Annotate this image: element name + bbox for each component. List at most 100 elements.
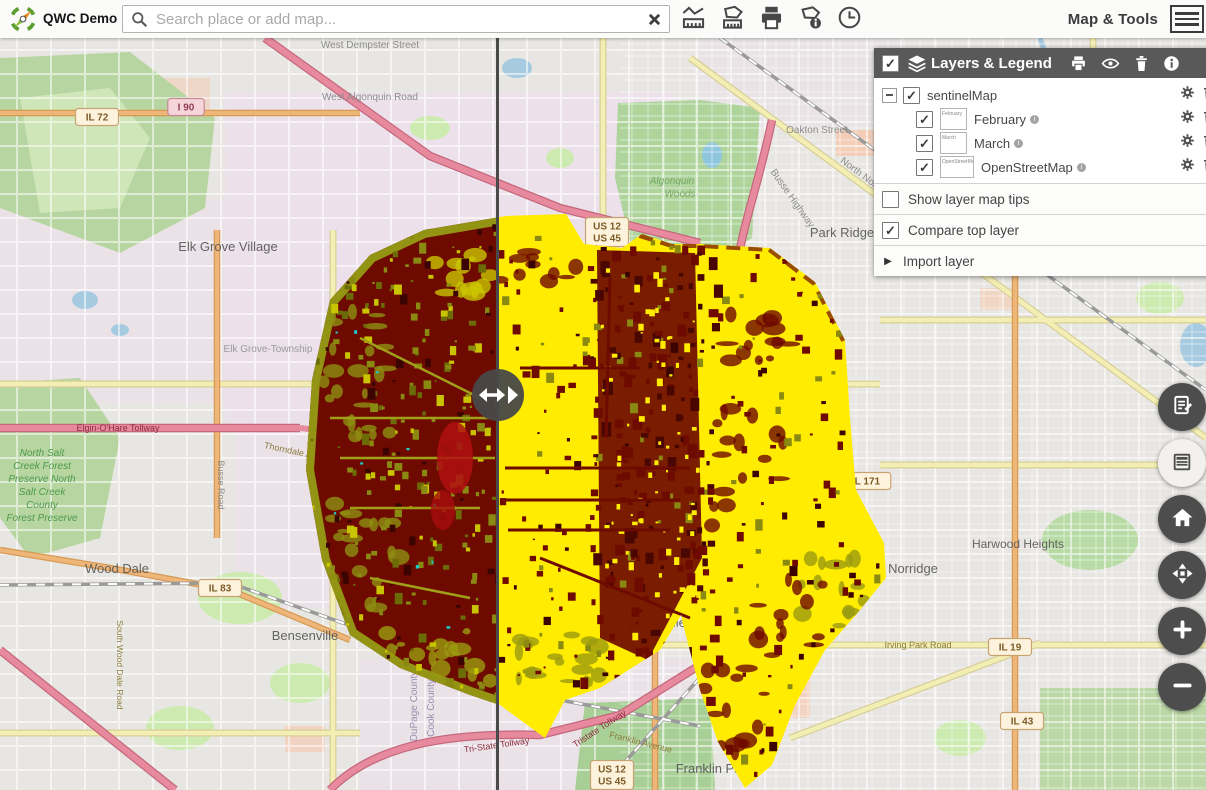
layer-row-openstreetmap[interactable]: ✓OpenStreetMapOpenStreetMapi [874,155,1206,179]
measure-line-button[interactable] [676,2,710,36]
svg-text:US 45: US 45 [598,777,626,788]
place-label: Algonquin [649,176,695,187]
road-shield: IL 72 [76,109,119,126]
menu-label: Map & Tools [1068,11,1158,28]
svg-text:US 45: US 45 [593,234,621,245]
layer-tree: ✓sentinelMap✓FebruaryFebruaryi✓MarchMarc… [874,78,1206,183]
layer-row-sentinelmap[interactable]: ✓ sentinelMap [874,83,1206,107]
search-clear-icon[interactable] [640,13,669,26]
layer-checkbox[interactable]: ✓ [903,87,920,104]
place-label: Harwood Heights [972,537,1064,551]
home-icon [1171,506,1194,532]
panel-title: Layers & Legend [931,55,1052,72]
place-label: Bensenville [272,628,339,643]
map-tools-menu-button[interactable]: Map & Tools [1062,0,1206,38]
panel-checkbox[interactable]: ✓ [882,55,899,72]
qwc-logo-icon [8,4,38,34]
place-label: Creek Forest [13,461,72,472]
print-icon[interactable] [1070,55,1087,72]
time-manager-icon [836,4,863,34]
layer-settings-icon[interactable] [1180,133,1195,153]
layer-trash-icon[interactable] [1202,157,1206,177]
measure-area-button[interactable] [715,2,749,36]
place-label: West Dempster Street [321,40,419,51]
expander-arrow-icon[interactable]: ▶ [882,256,894,267]
layer-row-march[interactable]: ✓MarchMarchi [874,131,1206,155]
panel-header[interactable]: ✓ Layers & Legend [874,48,1206,78]
layer-trash-icon[interactable] [1202,85,1206,105]
measure-line-icon [680,4,707,34]
minus-icon [1171,674,1194,700]
layer-trash-icon[interactable] [1202,109,1206,129]
place-label: South Wood Dale Road [115,620,125,709]
zoom-in-button[interactable] [1158,607,1206,655]
place-label: Elk Grove-Township [224,344,313,355]
layer-settings-icon[interactable] [1180,157,1195,177]
layer-settings-icon[interactable] [1180,85,1195,105]
option-show-layer-map-tips[interactable]: Show layer map tips [874,183,1206,214]
layer-row-february[interactable]: ✓ February February i [874,107,1206,131]
identify-region-button[interactable] [793,2,827,36]
legend-thumbnail: February [940,108,967,130]
svg-text:I 90: I 90 [178,103,195,114]
place-label: Preserve North [8,474,76,485]
place-label: Oakton Street [786,125,848,136]
home-button[interactable] [1158,495,1206,543]
search-icon [131,11,148,28]
report-button[interactable] [1158,383,1206,431]
option-label: Show layer map tips [908,192,1030,207]
place-label: Irving Park Road [884,640,951,650]
time-manager-button[interactable] [832,2,866,36]
search-input[interactable] [154,10,640,29]
swipe-arrows-icon [476,380,520,410]
zoom-to-extent-button[interactable] [1158,551,1206,599]
layer-label: sentinelMap [927,88,997,103]
layers-icon [907,53,927,73]
app-title: QWC Demo [43,0,117,38]
layer-settings-icon[interactable] [1180,109,1195,129]
layer-trash-icon[interactable] [1202,133,1206,153]
layer-info-icon[interactable]: i [1030,115,1039,124]
zoom-out-button[interactable] [1158,663,1206,711]
trash-icon[interactable] [1134,55,1149,72]
option-checkbox[interactable]: ✓ [882,222,899,239]
print-button[interactable] [754,2,788,36]
layer-checkbox[interactable]: ✓ [916,135,933,152]
panel-options: Show layer map tips ✓Compare top layer ▶ Im… [874,183,1206,276]
svg-text:IL 43: IL 43 [1011,717,1034,728]
place-label: Woods [664,189,695,200]
svg-text:IL 83: IL 83 [209,584,232,595]
hamburger-icon [1170,5,1204,33]
layer-label: March [974,136,1010,151]
legend-thumbnail: OpenStreetMap [940,156,974,178]
layer-label: February [974,112,1026,127]
info-icon[interactable] [1163,55,1180,72]
option-checkbox[interactable] [882,191,899,208]
list-icon [1171,451,1193,476]
layer-checkbox[interactable]: ✓ [916,159,933,176]
eye-icon[interactable] [1101,55,1120,72]
svg-text:IL 19: IL 19 [999,643,1022,654]
road-shield: IL 19 [989,639,1032,656]
collapse-minus-icon[interactable] [882,88,897,103]
search-box[interactable] [122,5,670,33]
place-label: Elk Grove Village [178,239,277,254]
layer-checkbox[interactable]: ✓ [916,111,933,128]
measure-area-icon [719,4,746,34]
road-shield: IL 43 [1001,713,1044,730]
option-label: Import layer [903,254,974,269]
place-label: West Algonquin Road [322,92,418,103]
svg-text:IL 72: IL 72 [86,113,109,124]
option-compare-top-layer[interactable]: ✓Compare top layer [874,214,1206,245]
map-side-buttons [1158,383,1206,711]
document-panel-button[interactable] [1158,439,1206,487]
place-label: Cook County [426,679,437,737]
plus-icon [1171,618,1194,644]
svg-text:IL 171: IL 171 [852,477,881,488]
compare-slider-handle[interactable] [472,369,524,421]
layer-info-icon[interactable]: i [1014,139,1023,148]
place-label: Elgin-O'Hare Tollway [76,423,160,433]
place-label: North Salt [20,448,66,459]
option-import-layer[interactable]: ▶ Import layer [874,245,1206,276]
layer-info-icon[interactable]: i [1077,163,1086,172]
